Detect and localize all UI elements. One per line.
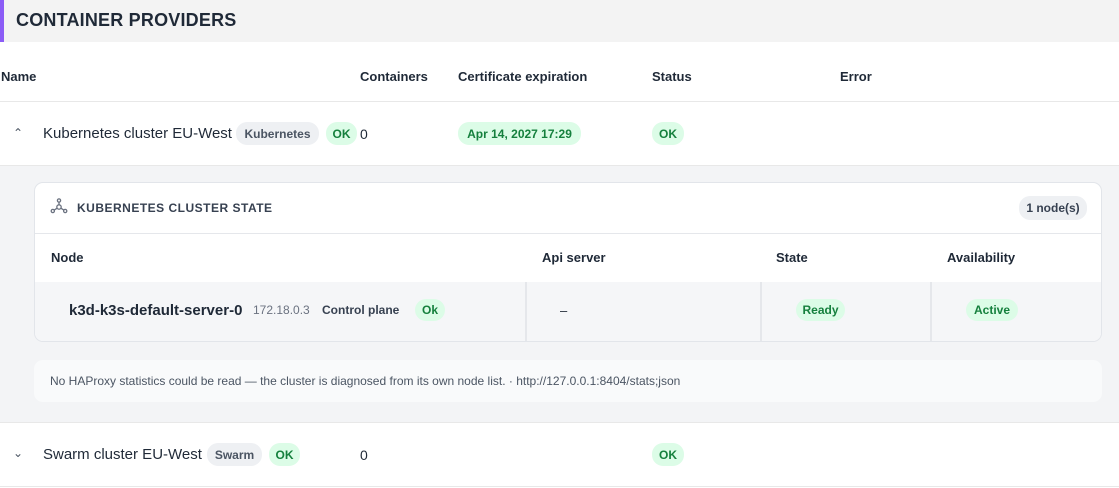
node-health-badge: Ok <box>415 299 445 321</box>
chevron-up-icon[interactable]: ⌃ <box>13 127 23 139</box>
node-availability-badge: Active <box>966 299 1018 321</box>
node-count-badge: 1 node(s) <box>1019 196 1087 220</box>
node-name: k3d-k3s-default-server-0 <box>69 302 243 319</box>
chevron-down-icon[interactable]: ⌄ <box>13 447 23 459</box>
column-header-containers[interactable]: Containers <box>360 69 428 84</box>
node-ip: 172.18.0.3 <box>253 303 310 317</box>
api-server-value: – <box>560 303 568 318</box>
haproxy-note: No HAProxy statistics could be read — th… <box>34 360 1102 402</box>
provider-name: Kubernetes cluster EU-West <box>43 125 232 142</box>
containers-count: 0 <box>360 447 368 463</box>
provider-health-badge: OK <box>326 122 357 145</box>
containers-count: 0 <box>360 126 368 142</box>
provider-type-badge: Swarm <box>207 443 262 466</box>
cluster-state-title: KUBERNETES CLUSTER STATE <box>77 201 273 215</box>
cell-separator <box>525 282 527 341</box>
node-column-header: Node <box>51 250 84 265</box>
cluster-state-card: KUBERNETES CLUSTER STATE 1 node(s) Node … <box>34 182 1102 342</box>
provider-health-badge: OK <box>269 443 300 466</box>
row-divider <box>0 486 1119 487</box>
card-divider <box>35 233 1101 234</box>
column-header-status[interactable]: Status <box>652 69 692 84</box>
node-state-badge: Ready <box>796 299 845 321</box>
haproxy-note-text: No HAProxy statistics could be read — th… <box>50 374 681 388</box>
section-title: CONTAINER PROVIDERS <box>16 10 237 30</box>
availability-column-header: Availability <box>947 250 1016 265</box>
status-badge: OK <box>652 443 684 466</box>
column-header-name[interactable]: Name <box>1 69 36 84</box>
cell-separator <box>760 282 762 341</box>
provider-type-badge: Kubernetes <box>236 122 319 145</box>
column-header-error[interactable]: Error <box>840 69 872 84</box>
certificate-expiration-badge: Apr 14, 2027 17:29 <box>458 122 581 145</box>
section-accent-bar <box>0 0 4 42</box>
node-role: Control plane <box>322 303 400 317</box>
column-header-certificate[interactable]: Certificate expiration <box>458 69 587 84</box>
cluster-nodes-icon <box>50 198 68 214</box>
provider-name: Swarm cluster EU-West <box>43 446 202 463</box>
api-server-column-header: Api server <box>542 250 606 265</box>
status-badge: OK <box>652 122 684 145</box>
state-column-header: State <box>776 250 808 265</box>
cell-separator <box>930 282 932 341</box>
